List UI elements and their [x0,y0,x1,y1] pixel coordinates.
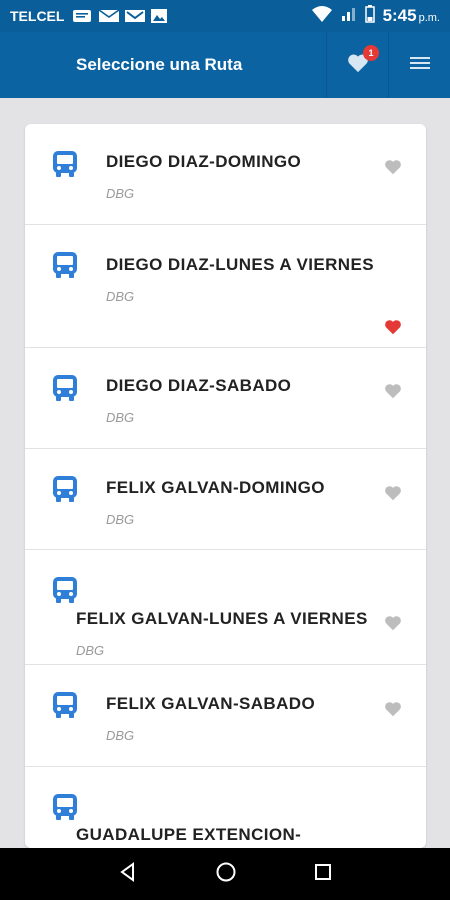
route-list: DIEGO DIAZ-DOMINGO DBG DIEGO DIAZ-LUNES … [25,124,426,848]
favorite-heart-icon[interactable] [384,615,402,631]
image-icon [150,8,170,24]
bus-icon [49,249,81,281]
message-icon [72,8,92,24]
route-code: DBG [106,410,135,425]
system-nav-bar [0,848,450,900]
favorite-heart-icon[interactable] [384,159,402,175]
wifi-icon [311,5,333,28]
gmail-icon [124,8,146,24]
mail-icon [98,8,120,24]
favorite-heart-icon[interactable] [384,383,402,399]
bus-icon [49,574,81,606]
route-name: DIEGO DIAZ-DOMINGO [106,152,302,171]
route-code: DBG [106,186,135,201]
route-row[interactable]: GUADALUPE EXTENCION- [25,767,426,848]
bus-icon [49,148,81,180]
signal-icon [341,6,357,27]
hamburger-menu-icon [409,55,430,76]
bus-icon [49,473,81,505]
route-code: DBG [106,728,135,743]
route-row[interactable]: FELIX GALVAN-SABADO DBG [25,665,426,767]
route-row[interactable]: DIEGO DIAZ-DOMINGO DBG [25,124,426,225]
route-row[interactable]: FELIX GALVAN-LUNES A VIERNES DBG [25,550,426,665]
route-name: FELIX GALVAN-DOMINGO [106,478,325,497]
status-bar: TELCEL 5:45 p.m. [0,0,450,32]
route-name: GUADALUPE EXTENCION- [76,825,302,844]
route-name: DIEGO DIAZ-SABADO [106,376,292,395]
favorites-button[interactable]: 1 [326,32,388,98]
favorite-heart-icon[interactable] [384,485,402,501]
route-name: FELIX GALVAN-LUNES A VIERNES [76,609,368,628]
route-code: DBG [106,512,135,527]
route-code: DBG [76,643,105,658]
notification-icons [72,8,170,24]
clock-ampm: p.m. [418,12,440,24]
route-row[interactable]: DIEGO DIAZ-SABADO DBG [25,348,426,449]
route-code: DBG [106,289,135,304]
clock-time: 5:45 [382,6,417,25]
page-title: Seleccione una Ruta [76,55,243,74]
favorite-heart-icon[interactable] [384,319,402,335]
route-name: FELIX GALVAN-SABADO [106,694,316,713]
app-bar: Seleccione una Ruta 1 [0,32,450,98]
carrier-label: TELCEL [10,8,65,24]
battery-icon [364,4,375,28]
bus-icon [49,372,81,404]
route-name: DIEGO DIAZ-LUNES A VIERNES [106,255,374,274]
route-row[interactable]: DIEGO DIAZ-LUNES A VIERNES DBG [25,225,426,348]
bus-icon [49,791,81,823]
recents-icon[interactable] [314,863,332,886]
favorite-heart-icon[interactable] [384,701,402,717]
route-row[interactable]: FELIX GALVAN-DOMINGO DBG [25,449,426,550]
favorites-count-badge: 1 [363,45,379,61]
back-icon[interactable] [118,861,138,887]
menu-button[interactable] [388,32,450,98]
home-icon[interactable] [215,861,237,888]
bus-icon [49,689,81,721]
